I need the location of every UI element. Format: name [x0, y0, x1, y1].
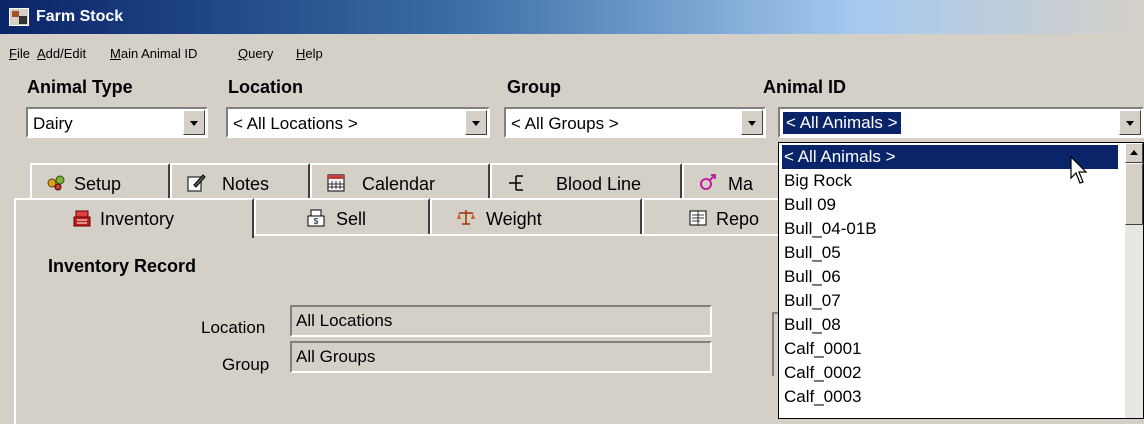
tab-blood-line[interactable]: Blood Line — [490, 163, 682, 201]
tab-weight-label: Weight — [486, 209, 542, 229]
animal-id-label: Animal ID — [763, 77, 847, 97]
scrollbar[interactable] — [1125, 143, 1143, 418]
list-item[interactable]: Calf_0001 — [782, 337, 1118, 361]
menu-help[interactable]: Help — [296, 46, 323, 61]
scroll-up-icon[interactable] — [1125, 143, 1143, 163]
chevron-down-icon[interactable] — [465, 110, 487, 135]
tab-weight[interactable]: Weight — [430, 198, 642, 236]
gear-icon — [47, 175, 65, 191]
animal-id-value: < All Animals > — [782, 111, 902, 135]
inventory-record-title: Inventory Record — [48, 256, 197, 276]
location-field-label: Location — [201, 318, 266, 337]
tab-sell[interactable]: $ Sell — [254, 198, 430, 236]
report-icon — [689, 210, 707, 226]
animal-id-select[interactable]: < All Animals > — [778, 107, 1144, 138]
menu-file[interactable]: File — [9, 46, 30, 61]
list-item[interactable]: Calf_0002 — [782, 361, 1118, 385]
location-field[interactable]: All Locations — [290, 305, 712, 337]
tab-reports[interactable]: Repo — [642, 198, 792, 236]
chevron-down-icon[interactable] — [741, 110, 763, 135]
list-item[interactable]: Bull_05 — [782, 241, 1118, 265]
tab-sell-label: Sell — [336, 209, 367, 229]
chevron-down-icon[interactable] — [1119, 110, 1141, 135]
chevron-down-icon[interactable] — [183, 110, 205, 135]
list-item[interactable]: Bull_08 — [782, 313, 1118, 337]
animal-type-value: Dairy — [33, 114, 73, 133]
menu-main-animal-id[interactable]: Main Animal ID — [110, 46, 197, 61]
tab-inventory[interactable]: Inventory — [14, 198, 254, 238]
register-icon: $ — [307, 209, 325, 227]
tree-icon — [509, 175, 523, 191]
title-bar: Farm Stock — [0, 0, 1144, 34]
group-field-label: Group — [222, 355, 270, 374]
tab-calendar[interactable]: Calendar — [310, 163, 490, 201]
svg-text:$: $ — [314, 217, 319, 226]
animal-type-select[interactable]: Dairy — [26, 107, 208, 138]
menu-add-edit[interactable]: Add/Edit — [37, 46, 86, 61]
tab-calendar-label: Calendar — [362, 174, 436, 194]
list-item[interactable]: Bull_06 — [782, 265, 1118, 289]
notepad-icon — [187, 174, 206, 192]
calendar-icon — [327, 174, 345, 192]
location-value: < All Locations > — [233, 114, 358, 133]
group-select[interactable]: < All Groups > — [504, 107, 766, 138]
tab-notes[interactable]: Notes — [170, 163, 310, 201]
app-icon — [9, 8, 29, 26]
tab-setup-label: Setup — [74, 174, 122, 194]
scroll-thumb[interactable] — [1125, 163, 1143, 225]
group-value: < All Groups > — [511, 114, 619, 133]
location-label: Location — [228, 77, 303, 97]
list-item[interactable]: < All Animals > — [782, 145, 1118, 169]
tab-inventory-label: Inventory — [100, 209, 175, 229]
list-item[interactable]: Bull_04-01B — [782, 217, 1118, 241]
list-item[interactable]: Big Rock — [782, 169, 1118, 193]
list-item[interactable]: Bull_07 — [782, 289, 1118, 313]
scale-icon — [457, 210, 475, 225]
cash-register-icon — [73, 210, 91, 227]
tab-blood-line-label: Blood Line — [556, 174, 642, 194]
animal-type-label: Animal Type — [27, 77, 133, 97]
tab-mating-label: Ma — [728, 174, 754, 194]
mouse-cursor-icon — [1070, 156, 1088, 184]
menu-bar: File Add/Edit Main Animal ID Query Help — [0, 34, 1144, 68]
tab-notes-label: Notes — [222, 174, 270, 194]
location-select[interactable]: < All Locations > — [226, 107, 490, 138]
list-item[interactable]: Calf_0003 — [782, 385, 1118, 409]
list-item[interactable]: Bull 09 — [782, 193, 1118, 217]
menu-query[interactable]: Query — [238, 46, 273, 61]
window-title: Farm Stock — [36, 8, 124, 25]
tab-setup[interactable]: Setup — [30, 163, 170, 201]
gender-icon — [700, 174, 716, 190]
tab-reports-label: Repo — [716, 209, 760, 229]
group-field[interactable]: All Groups — [290, 341, 712, 373]
group-label: Group — [507, 77, 561, 97]
tab-mating[interactable]: Ma — [682, 163, 792, 201]
